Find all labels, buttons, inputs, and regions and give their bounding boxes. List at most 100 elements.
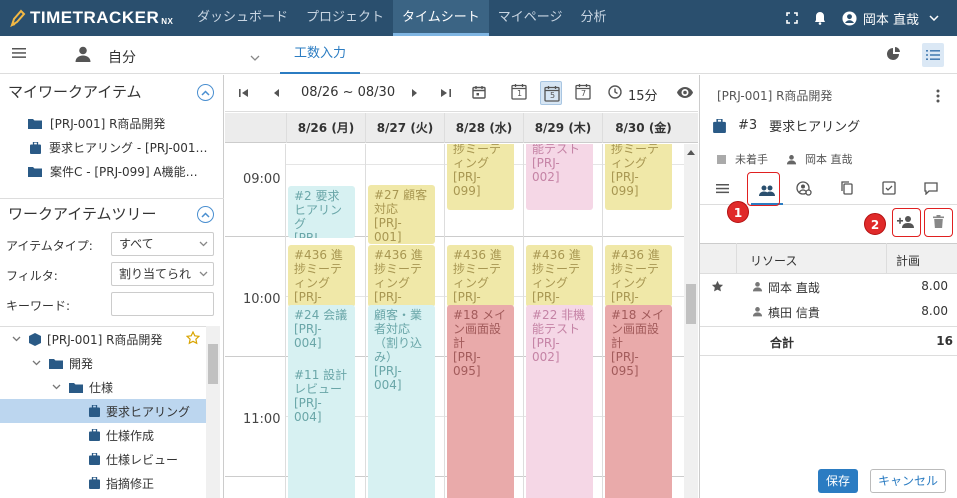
tab-copy-icon[interactable] bbox=[836, 177, 858, 199]
work-item-tree-header: ワークアイテムツリー bbox=[0, 198, 224, 228]
interval-select[interactable]: 15分 bbox=[628, 85, 658, 104]
scrollbar-thumb[interactable] bbox=[686, 284, 696, 324]
calendar-event[interactable]: #27 顧客 対応 [PRJ- 001] bbox=[368, 185, 435, 244]
bell-icon[interactable] bbox=[814, 11, 826, 25]
calendar-scrollbar[interactable] bbox=[684, 144, 698, 498]
star-filled-icon[interactable] bbox=[711, 280, 724, 293]
user-menu[interactable]: 岡本 直哉 bbox=[842, 9, 939, 28]
calendar-event[interactable]: #18 メイ ン画面設 計 [PRJ- 095] bbox=[447, 305, 514, 498]
star-icon[interactable] bbox=[186, 331, 200, 345]
calendar-event[interactable]: #22 非機 能テスト [PRJ- 002] bbox=[526, 305, 593, 498]
tree-node[interactable]: [PRJ-001] R商品開発 bbox=[0, 327, 206, 351]
calendar-event[interactable]: #436 進 捗ミーテ ィング [PRJ- bbox=[368, 245, 435, 307]
tree-node[interactable]: 仕様レビュー bbox=[0, 447, 206, 471]
my-work-item[interactable]: [PRJ-001] R商品開発 bbox=[28, 115, 165, 132]
keyword-label: キーワード: bbox=[6, 299, 71, 313]
callout-badge-1: 1 bbox=[727, 201, 749, 223]
my-work-item[interactable]: 要求ヒアリング - [PRJ-001… bbox=[30, 139, 208, 156]
my-work-item[interactable]: 案件C - [PRJ-099] A機能… bbox=[28, 163, 198, 180]
member-selector-label[interactable]: 自分 bbox=[108, 47, 136, 67]
list-view-icon[interactable] bbox=[922, 43, 944, 67]
hamburger-icon[interactable] bbox=[12, 47, 26, 62]
day-view-icon[interactable]: 1 bbox=[511, 83, 527, 104]
briefcase-icon bbox=[89, 477, 100, 489]
cancel-button[interactable]: キャンセル bbox=[870, 469, 946, 493]
fullscreen-icon[interactable] bbox=[786, 12, 798, 24]
chevron-down-icon bbox=[12, 336, 21, 342]
chevron-down-icon bbox=[199, 241, 208, 247]
collapse-chevron-up-icon[interactable] bbox=[197, 84, 214, 101]
time-label: 09:00 bbox=[243, 172, 281, 187]
calendar-event[interactable]: #436 進 捗ミーテ ィング [PRJ- bbox=[605, 245, 672, 307]
trash-icon[interactable] bbox=[933, 215, 944, 231]
briefcase-icon bbox=[89, 429, 100, 441]
calendar-event[interactable]: #436 進 捗ミーテ ィング [PRJ- bbox=[447, 245, 514, 307]
tree-scrollbar[interactable] bbox=[206, 326, 220, 498]
app-suffix: NX bbox=[161, 16, 174, 26]
status-square-icon bbox=[717, 154, 726, 164]
calendar-picker-icon[interactable] bbox=[472, 85, 486, 103]
nav-mypage[interactable]: マイページ bbox=[489, 0, 572, 36]
prev-icon[interactable] bbox=[273, 87, 279, 102]
table-row[interactable]: 槙田 信貴 8.00 bbox=[700, 299, 957, 324]
next-icon[interactable] bbox=[412, 87, 418, 102]
user-name: 岡本 直哉 bbox=[862, 12, 919, 28]
logo-pencil-icon bbox=[10, 9, 26, 27]
calendar-event[interactable]: #22 非機 能テスト [PRJ- 002] bbox=[526, 144, 593, 210]
week7-view-icon[interactable]: 7 bbox=[575, 83, 591, 104]
item-type-select[interactable]: すべて bbox=[111, 232, 214, 256]
tab-list-icon[interactable] bbox=[711, 177, 733, 199]
add-user-icon[interactable] bbox=[897, 215, 915, 231]
last-page-icon[interactable] bbox=[441, 87, 451, 102]
pie-chart-icon[interactable] bbox=[886, 46, 902, 65]
tab-effort-input[interactable]: 工数入力 bbox=[280, 36, 361, 74]
tree-node[interactable]: 開発 bbox=[0, 351, 206, 375]
calendar-event[interactable]: #436 進 捗ミーテ ィング [PRJ- bbox=[288, 245, 355, 307]
scrollbar-thumb[interactable] bbox=[208, 344, 218, 384]
calendar-event[interactable]: #436 進 捗ミーテ ィング [PRJ- 099] bbox=[605, 144, 672, 210]
app-logo[interactable]: TIMETRACKER NX bbox=[10, 7, 173, 29]
calendar-event[interactable]: #18 メイ ン画面設 計 [PRJ- 095] bbox=[605, 305, 672, 498]
calendar-event[interactable]: #436 進 捗ミーテ ィング [PRJ- 099] bbox=[447, 144, 514, 210]
nav-dashboard[interactable]: ダッシュボード bbox=[188, 0, 297, 36]
tab-assign-icon[interactable] bbox=[793, 177, 815, 199]
tree-node[interactable]: 指摘修正 bbox=[0, 471, 206, 495]
nav-analysis[interactable]: 分析 bbox=[572, 0, 616, 36]
calendar-event[interactable]: #11 設計 レビュー [PRJ- 004] bbox=[288, 365, 355, 485]
detail-project: [PRJ-001] R商品開発 bbox=[717, 89, 833, 103]
more-vertical-icon[interactable] bbox=[936, 89, 940, 106]
tree-node-label: 仕様レビュー bbox=[106, 452, 179, 467]
tab-comment-icon[interactable] bbox=[920, 177, 942, 199]
table-row[interactable]: 岡本 直哉 8.00 bbox=[700, 274, 957, 299]
day-header: 8/27 (火) bbox=[365, 113, 444, 143]
first-page-icon[interactable] bbox=[239, 87, 249, 102]
briefcase-icon bbox=[89, 405, 100, 417]
week5-view-icon[interactable]: 5 bbox=[540, 81, 562, 105]
calendar-event[interactable]: #2 要求 ヒアリン グ [PRJ- bbox=[288, 186, 355, 238]
my-work-items-title: マイワークアイテム bbox=[8, 83, 142, 101]
chevron-down-icon bbox=[199, 271, 208, 277]
tree-node-selected[interactable]: 要求ヒアリング bbox=[0, 399, 206, 423]
detail-pane: [PRJ-001] R商品開発 #3 要求ヒアリング 未着手 岡本 直哉 1 2… bbox=[699, 75, 957, 498]
nav-project[interactable]: プロジェクト bbox=[297, 0, 393, 36]
scroll-up-icon[interactable] bbox=[687, 150, 695, 155]
tree-node-label: 開発 bbox=[69, 356, 94, 371]
calendar-grid[interactable]: 09:00 10:00 11:00 #2 要求 ヒアリン グ [PRJ- #27 … bbox=[225, 144, 684, 498]
eye-icon[interactable] bbox=[677, 87, 693, 102]
left-pane: マイワークアイテム [PRJ-001] R商品開発 要求ヒアリング - [PRJ… bbox=[0, 75, 224, 498]
calendar-event[interactable]: 顧客・業 者対応 （割り込 み） [PRJ- 004] bbox=[368, 305, 435, 498]
tree-node[interactable]: 仕様作成 bbox=[0, 423, 206, 447]
keyword-input[interactable] bbox=[111, 292, 214, 316]
filter-select[interactable]: 割り当てられ bbox=[111, 262, 214, 286]
tree-node[interactable]: 仕様 bbox=[0, 375, 206, 399]
chevron-down-icon bbox=[929, 15, 939, 21]
chevron-down-icon[interactable] bbox=[250, 50, 260, 64]
tab-checklist-icon[interactable] bbox=[878, 177, 900, 199]
calendar-event[interactable]: #436 進 捗ミーテ ィング [PRJ- bbox=[526, 245, 593, 307]
day-header: 8/26 (月) bbox=[286, 113, 365, 143]
tree-node-label: 指摘修正 bbox=[106, 476, 155, 491]
my-work-item-label: [PRJ-001] R商品開発 bbox=[50, 117, 166, 131]
collapse-chevron-up-icon[interactable] bbox=[197, 206, 214, 223]
nav-timesheet[interactable]: タイムシート bbox=[393, 0, 489, 36]
save-button[interactable]: 保存 bbox=[818, 469, 858, 493]
